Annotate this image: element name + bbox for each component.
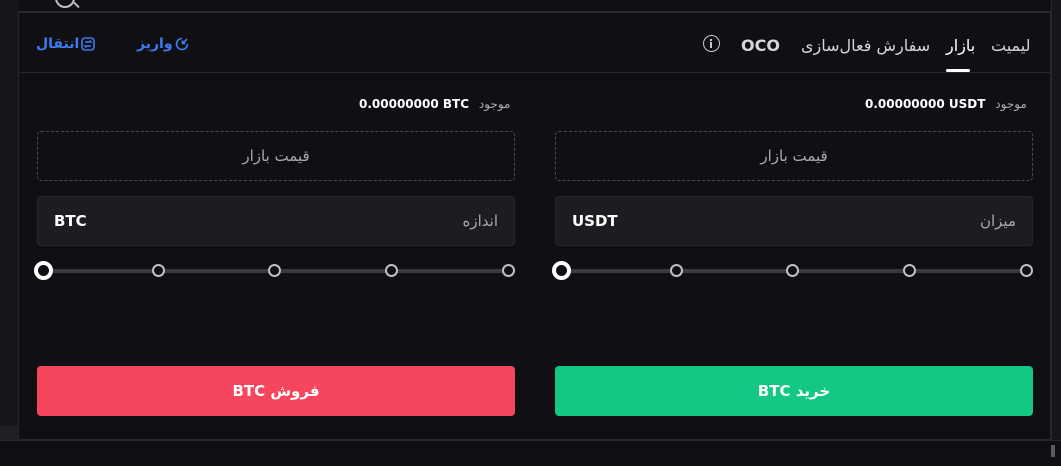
tab-oco[interactable]: OCO: [741, 36, 780, 55]
buy-button-label: خرید BTC: [757, 382, 831, 400]
sell-slider-mark-25[interactable]: [152, 264, 165, 277]
tab-limit[interactable]: لیمیت: [991, 36, 1031, 55]
sell-amount-input[interactable]: اندازه BTC: [37, 196, 515, 246]
sell-balance-value: 0.00000000 BTC: [359, 97, 470, 111]
sell-slider-handle[interactable]: [34, 261, 53, 280]
order-type-header: لیمیت بازار سفارش فعال‌سازی OCO واریز ان…: [19, 13, 1050, 73]
buy-price-placeholder: قیمت بازار: [760, 147, 828, 165]
sell-slider-mark-75[interactable]: [385, 264, 398, 277]
deposit-link[interactable]: واریز: [137, 36, 173, 52]
tab-trigger-order[interactable]: سفارش فعال‌سازی: [801, 36, 930, 55]
search-bar-strip: [18, 0, 1061, 12]
buy-slider-mark-75[interactable]: [903, 264, 916, 277]
buy-slider-mark-25[interactable]: [670, 264, 683, 277]
active-tab-indicator: [946, 69, 970, 72]
sell-price-field: قیمت بازار: [37, 131, 515, 181]
buy-amount-input[interactable]: میزان USDT: [555, 196, 1033, 246]
buy-amount-unit: USDT: [572, 212, 618, 230]
sell-button-label: فروش BTC: [232, 382, 320, 400]
deposit-label: واریز: [137, 36, 173, 52]
buy-slider-mark-50[interactable]: [786, 264, 799, 277]
buy-amount-label: میزان: [979, 212, 1016, 230]
sell-price-placeholder: قیمت بازار: [242, 147, 310, 165]
sell-button[interactable]: فروش BTC: [37, 366, 515, 416]
search-icon[interactable]: [55, 0, 75, 8]
transfer-link[interactable]: انتقال: [36, 36, 79, 52]
right-edge-panel: [1051, 0, 1061, 466]
buy-percent-slider[interactable]: [552, 260, 1034, 280]
info-icon[interactable]: [703, 35, 720, 52]
deposit-icon[interactable]: [175, 37, 189, 51]
buy-price-field: قیمت بازار: [555, 131, 1033, 181]
sell-balance-label: موجود: [478, 97, 511, 111]
buy-balance: 0.00000000 USDT موجود: [865, 97, 1027, 111]
bottom-text-fragment: [1051, 445, 1055, 457]
buy-button[interactable]: خرید BTC: [555, 366, 1033, 416]
tab-market[interactable]: بازار: [946, 36, 975, 55]
bottom-panel: [0, 440, 1061, 466]
buy-slider-handle[interactable]: [552, 261, 571, 280]
buy-slider-mark-100[interactable]: [1020, 264, 1033, 277]
transfer-label: انتقال: [36, 36, 80, 52]
sell-amount-label: اندازه: [462, 212, 499, 230]
sell-balance: 0.00000000 BTC موجود: [359, 97, 510, 111]
left-scrollbar-fragment: [0, 426, 18, 440]
buy-balance-label: موجود: [995, 97, 1027, 111]
transfer-icon[interactable]: [81, 37, 95, 51]
sell-slider-mark-50[interactable]: [268, 264, 281, 277]
sell-amount-unit: BTC: [54, 212, 87, 230]
sell-percent-slider[interactable]: [34, 260, 516, 280]
sell-slider-mark-100[interactable]: [502, 264, 515, 277]
buy-balance-value: 0.00000000 USDT: [865, 97, 986, 111]
